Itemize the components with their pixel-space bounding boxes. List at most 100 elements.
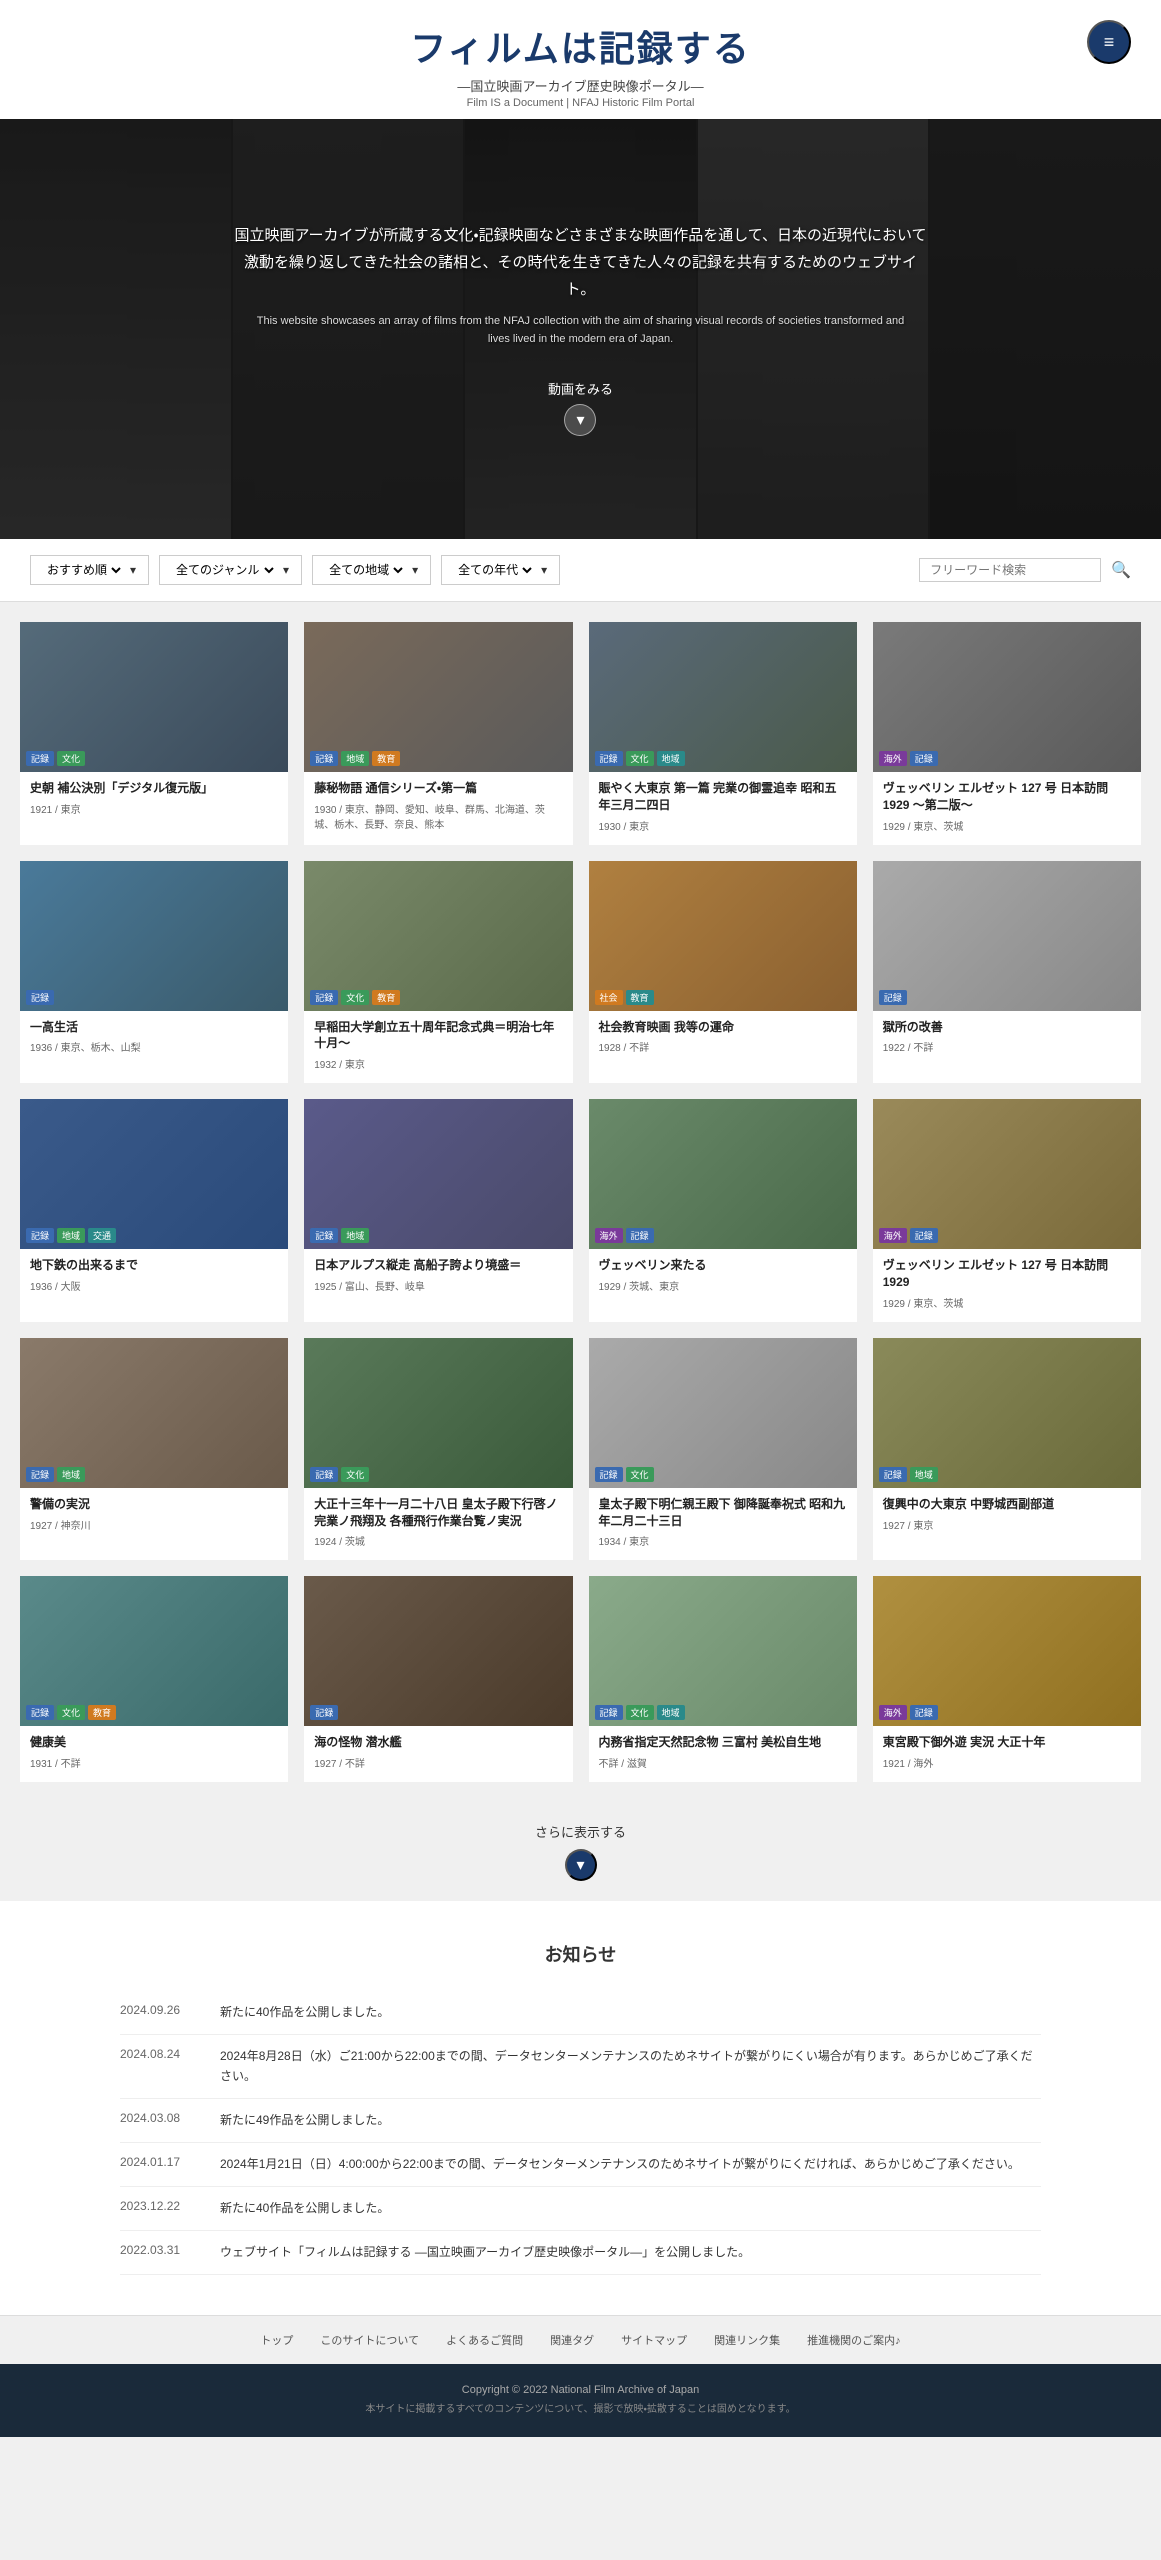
film-card[interactable]: 記録地域 警備の実況 1927 / 神奈川 (20, 1338, 288, 1561)
search-bar (919, 558, 1101, 582)
filter-region[interactable]: 全ての地域 ▾ (312, 555, 431, 585)
film-tag: 記録 (910, 1228, 938, 1243)
film-card[interactable]: 記録文化地域 内務省指定天然記念物 三富村 美松自生地 不詳 / 滋賀 (589, 1576, 857, 1782)
film-tag: 海外 (879, 1705, 907, 1720)
region-select[interactable]: 全ての地域 (325, 562, 406, 578)
film-tag: 地域 (657, 1705, 685, 1720)
news-item: 2024.08.24 2024年8月28日（水）ご21:00から22:00までの… (120, 2035, 1041, 2098)
menu-icon: ≡ (1104, 33, 1115, 51)
film-card[interactable]: 記録文化 皇太子殿下明仁親王殿下 御降誕奉祝式 昭和九年二月二十三日 1934 … (589, 1338, 857, 1561)
film-meta: 1931 / 不詳 (30, 1755, 278, 1770)
film-title: 藤秘物語 通信シリーズ・第一篇 (314, 780, 562, 797)
film-tags: 記録文化教育 (26, 1705, 116, 1720)
film-card[interactable]: 海外記録 ヴェッベリン来たる 1929 / 茨城、東京 (589, 1099, 857, 1322)
recommended-select[interactable]: おすすめ順 (43, 562, 124, 578)
footer-nav-link-5[interactable]: 関連リンク集 (714, 2335, 780, 2347)
site-subtitle: ―国立映画アーカイブ歴史映像ポータル― (0, 76, 1161, 95)
news-text: 新たに49作品を公開しました。 (220, 2111, 389, 2130)
film-card[interactable]: 記録文化教育 健康美 1931 / 不詳 (20, 1576, 288, 1782)
film-tags: 記録地域 (879, 1467, 938, 1482)
news-date: 2022.03.31 (120, 2243, 200, 2262)
watch-label: 動画をみる (548, 379, 613, 398)
chevron-down-icon: ▾ (130, 563, 136, 577)
film-tag: 記録 (26, 751, 54, 766)
footer-nav-link-3[interactable]: 関連タグ (550, 2335, 594, 2347)
news-text: 新たに40作品を公開しました。 (220, 2003, 389, 2022)
search-button[interactable]: 🔍 (1111, 560, 1131, 580)
film-tags: 記録文化地域 (595, 1705, 685, 1720)
film-tags: 海外記録 (879, 751, 938, 766)
search-input[interactable] (930, 563, 1090, 577)
film-card[interactable]: 記録地域教育 藤秘物語 通信シリーズ・第一篇 1930 / 東京、静岡、愛知、岐… (304, 622, 572, 845)
film-tag: 文化 (626, 1705, 654, 1720)
film-tags: 記録文化教育 (310, 990, 400, 1005)
film-info: 地下鉄の出来るまで 1936 / 大阪 (20, 1249, 288, 1305)
film-info: 一高生活 1936 / 東京、栃木、山梨 (20, 1011, 288, 1067)
footer-nav-link-2[interactable]: よくあるご質問 (446, 2335, 523, 2347)
film-meta: 1930 / 東京、静岡、愛知、岐阜、群馬、北海道、茨城、栃木、長野、奈良、熊本 (314, 801, 562, 831)
film-meta: 不詳 / 滋賀 (599, 1755, 847, 1770)
hero-content: 国立映画アーカイブが所蔵する文化・記録映画などさまざまな映画作品を通して、日本の… (0, 119, 1161, 539)
film-tag: 海外 (595, 1228, 623, 1243)
film-title: 大正十三年十一月二十八日 皇太子殿下行啓ノ完業ノ飛翔及 各種飛行作業台覧ノ実況 (314, 1496, 562, 1530)
film-meta: 1927 / 神奈川 (30, 1517, 278, 1532)
film-tag: 海外 (879, 751, 907, 766)
film-thumbnail: 記録文化 (589, 1338, 857, 1488)
hero-text-english: This website showcases an array of films… (256, 313, 906, 348)
film-card[interactable]: 記録地域 日本アルプス縦走 高船子誇より境盛＝ 1925 / 富山、長野、岐阜 (304, 1099, 572, 1322)
film-card[interactable]: 記録 海の怪物 潜水艦 1927 / 不詳 (304, 1576, 572, 1782)
film-card[interactable]: 海外記録 ヴェッベリン エルゼット 127 号 日本訪問 1929 〜第二版〜 … (873, 622, 1141, 845)
film-meta: 1929 / 東京、茨城 (883, 818, 1131, 833)
footer-nav-link-0[interactable]: トップ (260, 2335, 293, 2347)
year-select[interactable]: 全ての年代 (454, 562, 535, 578)
film-tags: 海外記録 (879, 1228, 938, 1243)
filter-bar: おすすめ順 ▾ 全てのジャンル ▾ 全ての地域 ▾ 全ての年代 ▾ 🔍 (0, 539, 1161, 602)
filter-genre[interactable]: 全てのジャンル ▾ (159, 555, 302, 585)
film-card[interactable]: 社会教育 社会教育映画 我等の運命 1928 / 不詳 (589, 861, 857, 1084)
filter-recommended[interactable]: おすすめ順 ▾ (30, 555, 149, 585)
filter-year[interactable]: 全ての年代 ▾ (441, 555, 560, 585)
film-tag: 記録 (26, 1228, 54, 1243)
load-more-button[interactable]: ▾ (565, 1849, 597, 1881)
film-info: ヴェッベリン エルゼット 127 号 日本訪問 1929 〜第二版〜 1929 … (873, 772, 1141, 845)
film-title: 早稲田大学創立五十周年記念式典＝明治七年十月〜 (314, 1019, 562, 1053)
film-info: 日本アルプス縦走 高船子誇より境盛＝ 1925 / 富山、長野、岐阜 (304, 1249, 572, 1305)
film-info: 海の怪物 潜水艦 1927 / 不詳 (304, 1726, 572, 1782)
film-card[interactable]: 海外記録 ヴェッベリン エルゼット 127 号 日本訪問 1929 1929 /… (873, 1099, 1141, 1322)
film-tag: 地域 (57, 1228, 85, 1243)
film-tag: 記録 (879, 1467, 907, 1482)
film-card[interactable]: 記録地域交通 地下鉄の出来るまで 1936 / 大阪 (20, 1099, 288, 1322)
film-card[interactable]: 記録 一高生活 1936 / 東京、栃木、山梨 (20, 861, 288, 1084)
film-thumbnail: 記録地域 (20, 1338, 288, 1488)
footer-nav-link-1[interactable]: このサイトについて (320, 2335, 419, 2347)
chevron-down-icon-genre: ▾ (283, 563, 289, 577)
film-tags: 記録地域交通 (26, 1228, 116, 1243)
film-card[interactable]: 記録文化 史朝 補公決別「デジタル復元版」 1921 / 東京 (20, 622, 288, 845)
news-item: 2023.12.22 新たに40作品を公開しました。 (120, 2187, 1041, 2231)
news-section: お知らせ 2024.09.26 新たに40作品を公開しました。 2024.08.… (0, 1901, 1161, 2315)
film-thumbnail: 記録文化教育 (304, 861, 572, 1011)
news-title: お知らせ (120, 1941, 1041, 1967)
film-card[interactable]: 記録 獄所の改善 1922 / 不詳 (873, 861, 1141, 1084)
film-tag: 記録 (310, 990, 338, 1005)
film-tag: 社会 (595, 990, 623, 1005)
footer-nav-link-6[interactable]: 推進機関のご案内♪ (807, 2335, 901, 2347)
film-info: 賑やく大東京 第一篇 完業の御霊追幸 昭和五年三月二四日 1930 / 東京 (589, 772, 857, 845)
film-thumbnail: 記録地域教育 (304, 622, 572, 772)
genre-select[interactable]: 全てのジャンル (172, 562, 277, 578)
menu-button[interactable]: ≡ (1087, 20, 1131, 64)
film-card[interactable]: 記録文化教育 早稲田大学創立五十周年記念式典＝明治七年十月〜 1932 / 東京 (304, 861, 572, 1084)
news-date: 2024.03.08 (120, 2111, 200, 2130)
film-tag: 地域 (657, 751, 685, 766)
load-more-label: さらに表示する (20, 1822, 1141, 1841)
watch-scroll-button[interactable]: ▾ (564, 404, 596, 436)
film-meta: 1921 / 海外 (883, 1755, 1131, 1770)
film-card[interactable]: 記録地域 復興中の大東京 中野城西副部道 1927 / 東京 (873, 1338, 1141, 1561)
footer-nav-link-4[interactable]: サイトマップ (621, 2335, 687, 2347)
film-card[interactable]: 記録文化地域 賑やく大東京 第一篇 完業の御霊追幸 昭和五年三月二四日 1930… (589, 622, 857, 845)
film-thumbnail: 記録文化教育 (20, 1576, 288, 1726)
film-card[interactable]: 記録文化 大正十三年十一月二十八日 皇太子殿下行啓ノ完業ノ飛翔及 各種飛行作業台… (304, 1338, 572, 1561)
film-info: 皇太子殿下明仁親王殿下 御降誕奉祝式 昭和九年二月二十三日 1934 / 東京 (589, 1488, 857, 1561)
film-card[interactable]: 海外記録 東宮殿下御外遊 実況 大正十年 1921 / 海外 (873, 1576, 1141, 1782)
news-date: 2023.12.22 (120, 2199, 200, 2218)
